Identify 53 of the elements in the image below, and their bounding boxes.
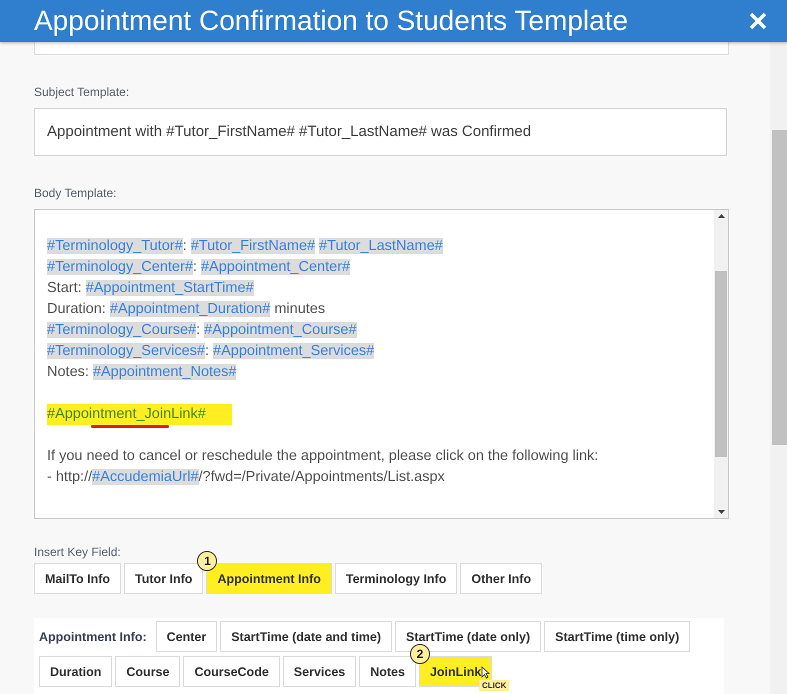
key-field-token: #Terminology_Services# [47, 342, 205, 359]
body-text: : [204, 342, 210, 359]
field-button[interactable]: Services [282, 656, 356, 688]
body-text: minutes [273, 300, 326, 317]
field-button[interactable]: Tutor Info [124, 563, 204, 594]
scroll-up-icon[interactable] [718, 214, 724, 218]
body-field[interactable] [34, 208, 729, 520]
subject-field[interactable]: Appointment with #Tutor_FirstName# #Tutor_LastName# was Confirmed [34, 108, 727, 156]
body-text: /?fwd=/Private/Appointments/List.aspx [198, 468, 445, 485]
step-badge: 1 [197, 551, 218, 572]
body-text: Duration: [47, 300, 107, 317]
scrollbar[interactable] [714, 210, 728, 518]
field-label: Insert Key Field: [34, 545, 122, 560]
close-button[interactable] [747, 10, 769, 32]
field-button[interactable]: Terminology Info [334, 563, 458, 594]
field-button[interactable]: CourseCode [183, 656, 280, 688]
field-button[interactable]: Notes [359, 656, 416, 688]
field-button[interactable]: Course [115, 656, 180, 688]
field-button[interactable]: Duration [39, 656, 112, 688]
panel-label: Appointment Info: [39, 630, 148, 644]
key-field-token: #Terminology_Course# [47, 322, 196, 338]
key-field-token: #Terminology_Tutor# [47, 238, 183, 254]
window-title: Appointment Confirmation to Students Template [34, 5, 628, 37]
highlighted-token: #Appointment_JoinLink# [47, 404, 232, 425]
key-field-token: #Tutor_FirstName# [190, 238, 316, 254]
field-label: Body Template: [34, 186, 118, 200]
body-text: : [192, 258, 198, 275]
key-field-token: #Appointment_StartTime# [86, 280, 254, 296]
body-text: - http:// [47, 468, 92, 485]
field-button[interactable]: Center [156, 621, 218, 652]
field-label: Subject Template: [34, 84, 130, 99]
key-field-token: #Appointment_Notes# [92, 364, 236, 380]
key-field-token: #Tutor_LastName# [319, 238, 443, 254]
body-text: If you need to cancel or reschedule the appointment, please click on the following link: [47, 448, 598, 464]
key-field-token: #Appointment_Course# [204, 322, 357, 338]
cursor-icon [480, 666, 490, 680]
input-field[interactable] [34, 42, 729, 55]
field-button[interactable]: StartTime (date and time) [220, 621, 392, 652]
body-text: Notes: [47, 364, 90, 380]
click-tooltip: CLICK [478, 680, 510, 692]
key-field-token: #AccudemiaUrl# [92, 468, 199, 485]
body-text: Start: [47, 280, 83, 296]
key-field-token: #Appointment_Duration# [110, 300, 270, 317]
field-button[interactable]: StartTime (time only) [544, 621, 690, 652]
scrollbar[interactable] [770, 42, 787, 694]
body-text: : [182, 238, 188, 254]
field-button[interactable]: MailTo Info [34, 563, 122, 594]
key-field-token: #Terminology_Center# [47, 258, 193, 275]
body-text: : [196, 322, 202, 338]
key-field-token: #Appointment_Center# [200, 258, 350, 275]
field-button[interactable]: Other Info [460, 563, 542, 594]
scroll-down-icon[interactable] [718, 510, 724, 514]
key-field-token: #Appointment_Services# [213, 342, 374, 359]
